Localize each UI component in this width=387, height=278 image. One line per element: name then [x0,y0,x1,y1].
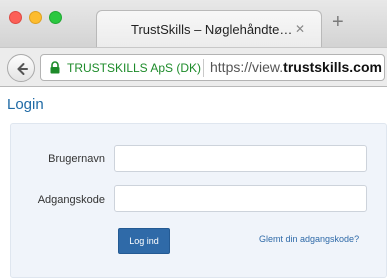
browser-titlebar: TrustSkills – Nøglehåndte… ✕ + [0,0,387,47]
browser-toolbar: TRUSTSKILLS ApS (DK) https://view.trusts… [0,47,387,87]
minimize-window-icon[interactable] [29,11,42,24]
tab-close-icon[interactable]: ✕ [295,22,305,36]
back-arrow-icon [17,63,28,75]
url-separator [203,59,204,77]
password-label: Adgangskode [37,194,105,206]
login-form: Brugernavn Adgangskode Log ind Glemt din… [10,123,387,278]
close-window-icon[interactable] [9,11,22,24]
ev-certificate-name: TRUSTSKILLS ApS (DK) [67,61,202,75]
url-domain: trustskills.com [283,59,382,75]
forgot-password-link[interactable]: Glemt din adgangskode? [259,234,359,244]
url-prefix: https://view. [210,59,284,75]
username-input[interactable] [114,145,367,172]
tab-title: TrustSkills – Nøglehåndte… [131,22,293,37]
zoom-window-icon[interactable] [49,11,62,24]
new-tab-icon[interactable]: + [332,12,344,32]
url-text[interactable]: https://view.trustskills.com [210,59,382,75]
address-bar[interactable]: TRUSTSKILLS ApS (DK) https://view.trusts… [40,54,385,81]
back-button[interactable] [7,54,35,82]
browser-tab[interactable]: TrustSkills – Nøglehåndte… ✕ [96,10,322,47]
login-button[interactable]: Log ind [118,228,170,254]
username-label: Brugernavn [48,153,105,165]
page-content: Login Brugernavn Adgangskode Log ind Gle… [0,88,387,278]
page-title: Login [7,96,44,113]
lock-icon [50,61,60,74]
password-input[interactable] [114,185,367,212]
